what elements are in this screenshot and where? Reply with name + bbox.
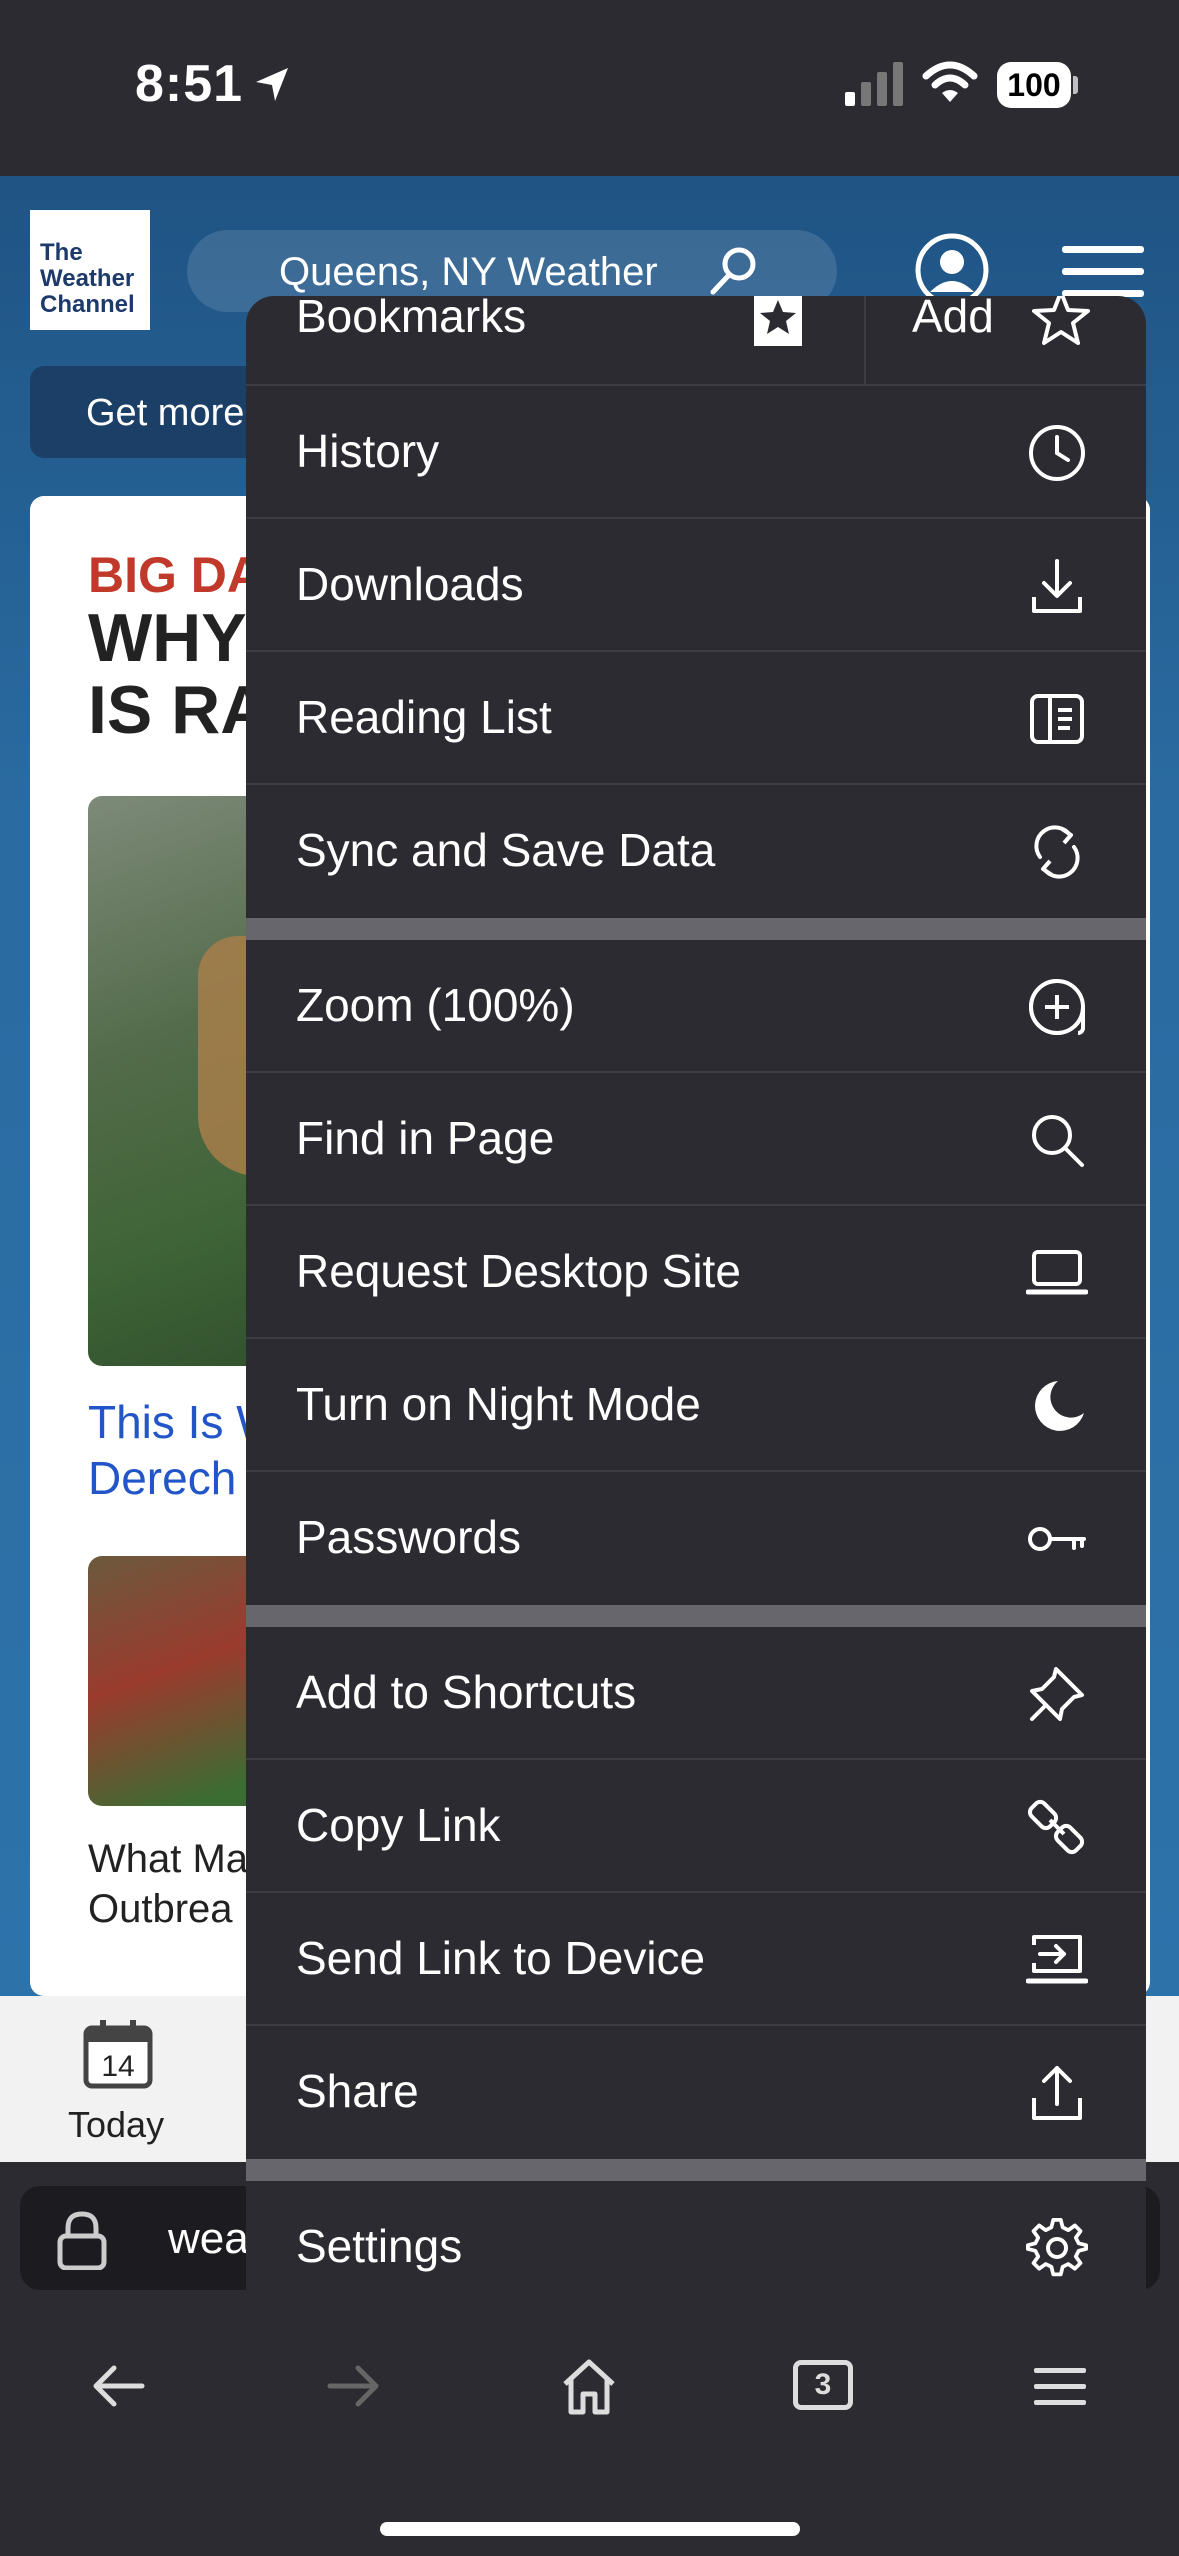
lock-icon — [57, 2211, 107, 2270]
site-menu-icon[interactable] — [1062, 246, 1144, 298]
browser-menu: Bookmarks Add History Downloads Reading … — [246, 296, 1146, 2318]
menu-icon[interactable] — [1034, 2356, 1086, 2416]
link-icon — [1027, 1799, 1085, 1855]
key-icon — [1028, 1527, 1086, 1551]
laptop-icon — [1026, 1250, 1088, 1295]
pin-icon — [1030, 1667, 1084, 1721]
menu-divider — [246, 2159, 1146, 2181]
battery-icon: 100 — [997, 62, 1078, 108]
menu-item-add-shortcuts[interactable]: Add to Shortcuts — [246, 1627, 1146, 1760]
menu-item-night-mode[interactable]: Turn on Night Mode — [246, 1339, 1146, 1472]
download-icon — [1032, 559, 1082, 613]
story-title[interactable]: What Ma Outbrea — [88, 1834, 248, 1934]
share-icon — [1032, 2066, 1082, 2120]
back-icon[interactable] — [88, 2356, 148, 2416]
status-bar: 8:51 100 — [0, 0, 1179, 176]
menu-divider — [246, 918, 1146, 940]
location-arrow-icon — [256, 68, 288, 101]
search-icon — [1032, 1115, 1084, 1167]
sync-icon — [1034, 825, 1080, 879]
headline[interactable]: WHY IS RA — [88, 602, 269, 746]
home-icon[interactable] — [559, 2356, 619, 2416]
menu-item-request-desktop[interactable]: Request Desktop Site — [246, 1206, 1146, 1339]
tabs-button[interactable]: 3 — [793, 2360, 853, 2410]
menu-top-row: Bookmarks Add — [246, 296, 1146, 386]
menu-item-passwords[interactable]: Passwords — [246, 1472, 1146, 1605]
tab-today[interactable]: Today — [68, 2104, 164, 2146]
bottom-toolbar: 3 — [0, 2302, 1179, 2556]
menu-item-reading-list[interactable]: Reading List — [246, 652, 1146, 785]
star-icon[interactable] — [1028, 296, 1094, 352]
weather-channel-logo[interactable]: The Weather Channel — [30, 210, 150, 330]
url-text: wea — [168, 2214, 249, 2263]
menu-item-bookmarks[interactable]: Bookmarks — [296, 296, 526, 339]
headline-kicker: BIG DA — [88, 547, 263, 603]
reading-list-icon — [1030, 694, 1084, 744]
cellular-signal-icon — [845, 62, 903, 106]
menu-item-sync[interactable]: Sync and Save Data — [246, 785, 1146, 918]
search-icon — [710, 247, 756, 295]
menu-item-zoom[interactable]: Zoom (100%) — [246, 940, 1146, 1073]
calendar-icon[interactable]: 14 — [82, 2018, 154, 2095]
clock-icon — [1029, 425, 1085, 481]
send-to-device-icon — [1026, 1935, 1088, 1984]
svg-text:14: 14 — [101, 2050, 134, 2083]
site-search-text: Queens, NY Weather — [279, 250, 658, 294]
zoom-in-icon — [1029, 979, 1085, 1035]
menu-item-add-bookmark[interactable]: Add — [912, 296, 994, 339]
gear-icon — [1026, 2217, 1088, 2277]
wifi-icon — [922, 61, 978, 102]
menu-item-share[interactable]: Share — [246, 2026, 1146, 2159]
menu-item-downloads[interactable]: Downloads — [246, 519, 1146, 652]
moon-icon — [1035, 1381, 1084, 1431]
menu-item-find-in-page[interactable]: Find in Page — [246, 1073, 1146, 1206]
status-time: 8:51 — [135, 55, 244, 113]
menu-item-settings[interactable]: Settings — [246, 2181, 1146, 2314]
home-indicator — [380, 2522, 800, 2536]
bookmark-star-icon[interactable] — [748, 296, 808, 350]
menu-item-history[interactable]: History — [246, 386, 1146, 519]
menu-divider — [246, 1605, 1146, 1627]
forward-icon[interactable] — [324, 2356, 384, 2416]
menu-item-send-link[interactable]: Send Link to Device — [246, 1893, 1146, 2026]
menu-item-copy-link[interactable]: Copy Link — [246, 1760, 1146, 1893]
